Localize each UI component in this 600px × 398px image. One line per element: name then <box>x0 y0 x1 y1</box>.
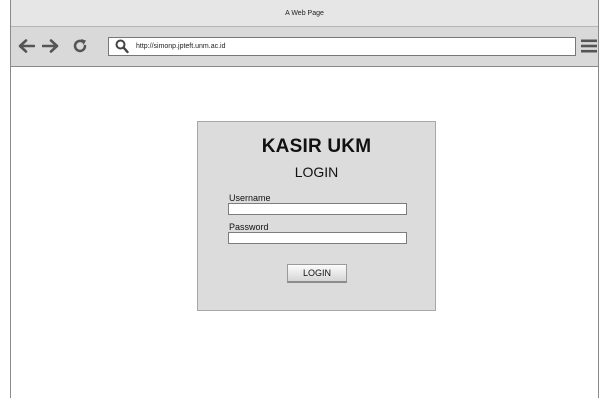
username-input[interactable] <box>228 203 407 215</box>
login-button[interactable]: LOGIN <box>287 264 347 283</box>
reload-button[interactable] <box>70 36 90 56</box>
hamburger-menu-icon[interactable] <box>581 39 597 53</box>
app-title: KASIR UKM <box>261 136 372 157</box>
browser-toolbar: http://simonp.jpteft.unm.ac.id <box>11 27 598 67</box>
arrow-left-icon <box>18 39 35 53</box>
window-title: A Web Page <box>11 0 598 27</box>
address-bar[interactable]: http://simonp.jpteft.unm.ac.id <box>108 37 576 56</box>
url-text: http://simonp.jpteft.unm.ac.id <box>136 43 226 50</box>
login-heading: LOGIN <box>294 164 339 180</box>
arrow-right-icon <box>42 39 59 53</box>
username-label: Username <box>229 193 271 203</box>
search-icon <box>115 39 129 54</box>
password-label: Password <box>229 222 269 232</box>
reload-icon <box>73 39 87 53</box>
password-input[interactable] <box>228 232 407 244</box>
forward-button[interactable] <box>41 36 61 56</box>
browser-window: A Web Page http://simonp.jpteft.unm.ac.i… <box>10 0 599 398</box>
login-panel: KASIR UKM LOGIN Username Password LOGIN <box>197 121 436 311</box>
back-button[interactable] <box>16 36 36 56</box>
